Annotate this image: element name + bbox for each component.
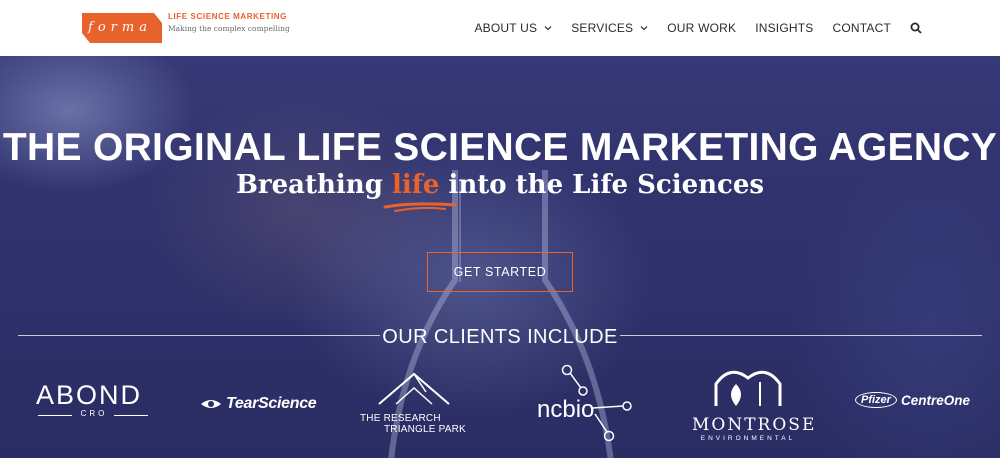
ncbio-name: ncbio [537, 396, 595, 423]
get-started-button[interactable]: GET STARTED [427, 252, 573, 292]
subheadline-after: into the Life Sciences [439, 170, 765, 200]
nav-label: INSIGHTS [755, 21, 814, 35]
logo-text: forma [88, 20, 152, 35]
hero-subheadline: Breathing life into the Life Sciences [0, 170, 1000, 200]
tagline-title: LIFE SCIENCE MARKETING [168, 12, 287, 21]
abond-name: ABOND [36, 380, 143, 410]
nav-contact[interactable]: CONTACT [832, 21, 891, 35]
abond-rule-right [114, 415, 148, 416]
client-logo-pfizer-centreone: Pfizer CentreOne [855, 392, 970, 408]
eye-icon [201, 400, 221, 408]
abond-rule-left [38, 415, 72, 416]
divider-left [18, 335, 380, 336]
chevron-down-icon [544, 26, 552, 31]
swash-underline-icon [383, 202, 457, 212]
subheadline-before: Breathing [235, 170, 392, 200]
site-header: forma LIFE SCIENCE MARKETING Making the … [0, 0, 1000, 56]
nav-services[interactable]: SERVICES [571, 21, 648, 35]
centreone-name: CentreOne [900, 392, 970, 408]
search-icon[interactable] [910, 22, 922, 34]
chevron-down-icon [640, 26, 648, 31]
client-logo-research-triangle-park: THE RESEARCH TRIANGLE PARK [360, 372, 480, 435]
clients-heading: OUR CLIENTS INCLUDE [382, 326, 618, 348]
client-logo-ncbio: ncbio [525, 362, 635, 442]
nav-about-us[interactable]: ABOUT US [474, 21, 552, 35]
nav-insights[interactable]: INSIGHTS [755, 21, 813, 35]
rtp-line-2: TRIANGLE PARK [384, 424, 466, 435]
client-logo-tearscience: TearScience [200, 395, 317, 413]
nav-label: OUR WORK [667, 21, 737, 35]
nav-our-work[interactable]: OUR WORK [667, 21, 736, 35]
forma-logo[interactable]: forma [82, 13, 162, 43]
rtp-line-1: THE RESEARCH [360, 413, 441, 424]
subheadline-accent: life [391, 170, 440, 200]
main-nav: ABOUT US SERVICES OUR WORK INSIGHTS CONT… [455, 0, 922, 56]
divider-right [620, 335, 982, 336]
montrose-sub: ENVIRONMENTAL [700, 435, 796, 442]
hero-headline: THE ORIGINAL LIFE SCIENCE MARKETING AGEN… [2, 126, 998, 169]
nav-label: CONTACT [832, 21, 891, 35]
montrose-drop-icon [714, 370, 782, 406]
tearscience-name: TearScience [226, 395, 317, 412]
triangle-mountain-icon [378, 372, 450, 405]
pfizer-badge: Pfizer [855, 392, 897, 408]
montrose-name: MONTROSE [692, 415, 817, 435]
tagline-subtitle: Making the complex compelling [168, 24, 290, 33]
nav-label: SERVICES [571, 21, 634, 35]
client-logo-abond: ABOND CRO [36, 380, 152, 418]
nav-label: ABOUT US [474, 21, 538, 35]
client-logo-montrose: MONTROSE ENVIRONMENTAL [692, 362, 817, 442]
